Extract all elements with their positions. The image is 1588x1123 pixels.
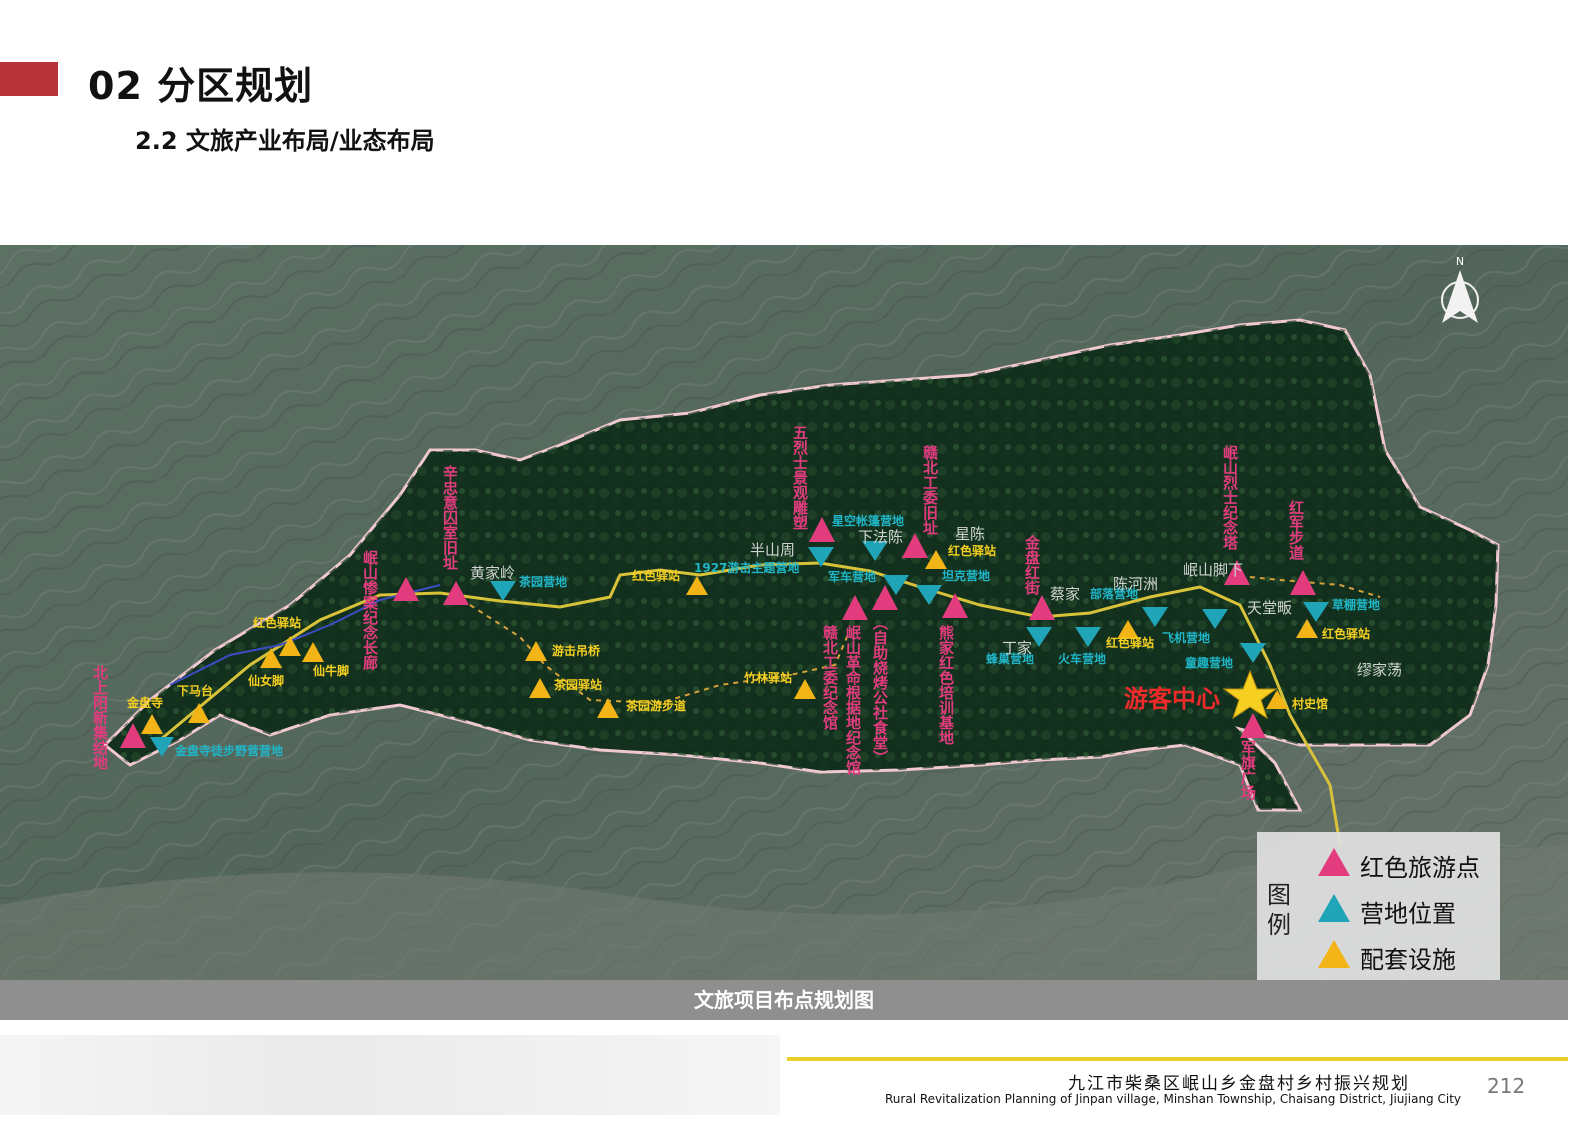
label-wulie: 五烈士景观雕塑 [791, 425, 809, 530]
label-chexuan: 军旗广场 [1239, 740, 1257, 801]
svg-text:N: N [1456, 255, 1464, 268]
label-chayuan-station: 茶园驿站 [553, 677, 602, 692]
place-minshanjiaoxia: 岷山脚下 [1183, 561, 1243, 579]
map-legend: 图例 红色旅游点 营地位置 配套设施 [1257, 832, 1500, 980]
label-xiannv: 仙女脚 [248, 673, 284, 688]
place-chenhezhou: 陈河洲 [1113, 575, 1158, 593]
label-ganbei-museum: 赣北工委纪念馆 [821, 624, 839, 731]
label-jinpan: 金盘红街 [1023, 534, 1041, 596]
label-hongse-mid: 红色驿站 [632, 568, 680, 583]
map-caption: 文旅项目布点规划图 [0, 980, 1568, 1020]
cyan-triangle-icon [1318, 894, 1350, 922]
yellow-triangle-icon [1318, 940, 1350, 968]
place-huangjialing: 黄家岭 [470, 564, 515, 582]
place-moujiadang: 缪家荡 [1357, 661, 1402, 679]
label-camp-junche: 军车营地 [828, 569, 876, 584]
label-camp-feiji: 飞机营地 [1162, 630, 1210, 645]
label-chayuan-trail: 茶园游步道 [625, 698, 686, 713]
label-camp-xingkong: 星空帐篷营地 [832, 513, 904, 528]
label-minshan-tower: 岷山烈士纪念塔 [1221, 445, 1239, 551]
place-banshanzhou: 半山周 [750, 541, 795, 559]
legend-title: 图例 [1267, 881, 1291, 939]
place-xingchen: 星陈 [955, 525, 985, 543]
section-marker [0, 62, 58, 96]
footer-divider [787, 1057, 1568, 1061]
page-number: 212 [1487, 1074, 1526, 1098]
footer-title-cn: 九江市柴桑区岷山乡金盘村乡村振兴规划 [1068, 1074, 1410, 1094]
label-camp-huoche: 火车营地 [1058, 651, 1106, 666]
label-xiongjia: 熊家红色培训基地 [937, 624, 955, 745]
footer-title-en: Rural Revitalization Planning of Jinpan … [885, 1092, 1461, 1106]
label-hongse-w: 红色驿站 [253, 615, 301, 630]
label-camp-1927: 1927游击主题营地 [694, 560, 799, 575]
visitor-center-label: 游客中心 [1124, 685, 1220, 713]
place-caijia: 蔡家 [1050, 585, 1080, 603]
label-hongjun: 红军步道 [1287, 499, 1305, 560]
label-jinpansi: 金盘寺 [126, 695, 163, 710]
footer-silhouette-banner [0, 1035, 780, 1115]
label-cunshiguan: 村史馆 [1292, 696, 1328, 711]
label-ganbei-site: 赣北工委旧址 [921, 444, 939, 535]
place-dingjia: 丁家 [1002, 639, 1032, 657]
label-hongse-n: 红色驿站 [948, 543, 996, 558]
red-triangle-icon [1318, 848, 1350, 876]
section-title: 02 分区规划 [88, 64, 314, 108]
label-youji: 游击吊桥 [552, 643, 601, 658]
label-hongse-e: 红色驿站 [1106, 635, 1154, 650]
label-zizhu: （自助烧烤公社食堂） [871, 615, 889, 765]
label-xianniu: 仙牛脚 [313, 663, 349, 678]
label-camp-tanke: 坦克营地 [942, 568, 990, 583]
place-tiantangfan: 天堂畈 [1247, 599, 1292, 617]
label-beishang: 北上阳新集结地 [91, 665, 109, 770]
label-xiamatai: 下马台 [177, 683, 213, 698]
subsection-title: 2.2 文旅产业布局/业态布局 [135, 127, 435, 155]
label-camp-caopeng: 草棚营地 [1332, 597, 1380, 612]
label-camp-tongqu: 童趣营地 [1185, 655, 1233, 670]
label-minshan-base: 岷山革命根据地纪念馆 [844, 625, 862, 776]
label-camp-jinpan-walk: 金盘寺徒步野营营地 [174, 743, 283, 758]
label-hongse-far: 红色驿站 [1322, 626, 1370, 641]
place-xiafachen: 下法陈 [858, 528, 903, 546]
label-corridor: 岷山惨案纪念长廊 [361, 550, 379, 671]
label-camp-chayuan: 茶园营地 [518, 574, 567, 589]
label-xinzhong: 辛忠意囚室旧址 [441, 464, 459, 570]
label-zhulin: 竹林驿站 [743, 670, 792, 685]
